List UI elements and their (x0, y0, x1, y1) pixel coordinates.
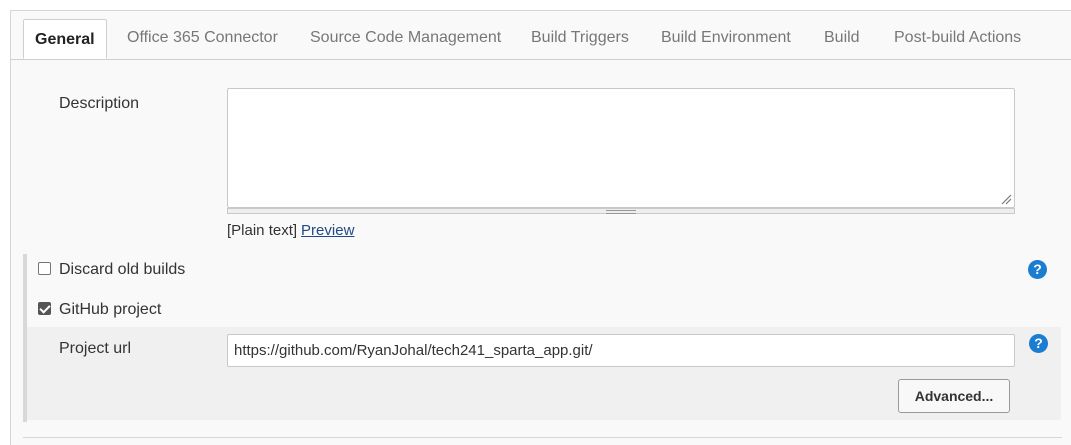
resize-handle-icon[interactable] (606, 210, 636, 214)
description-resize-bar[interactable] (227, 208, 1015, 214)
preview-link[interactable]: Preview (301, 222, 354, 239)
github-project-label[interactable]: GitHub project (59, 301, 161, 319)
discard-old-builds-label[interactable]: Discard old builds (59, 261, 185, 279)
tab-post-build-actions[interactable]: Post-build Actions (894, 29, 1021, 47)
description-label: Description (59, 95, 140, 112)
description-textarea[interactable] (227, 88, 1015, 208)
resize-grip-icon[interactable] (1000, 193, 1012, 205)
description-format: [Plain text] Preview (227, 222, 354, 239)
tab-office-365-connector[interactable]: Office 365 Connector (127, 29, 278, 47)
tab-build-environment[interactable]: Build Environment (661, 29, 791, 47)
help-icon[interactable]: ? (1029, 334, 1048, 353)
project-url-label: Project url (59, 340, 132, 357)
advanced-button[interactable]: Advanced... (898, 379, 1010, 413)
job-config-panel: General Office 365 Connector Source Code… (10, 10, 1071, 445)
tab-general[interactable]: General (23, 19, 107, 59)
tab-source-code-management[interactable]: Source Code Management (310, 29, 501, 47)
plain-text-label: [Plain text] (227, 222, 298, 239)
section-divider (23, 437, 1062, 438)
tab-build[interactable]: Build (824, 29, 860, 47)
project-url-input[interactable]: https://github.com/RyanJohal/tech241_spa… (227, 334, 1015, 367)
config-tab-bar: General Office 365 Connector Source Code… (11, 11, 1071, 60)
tab-build-triggers[interactable]: Build Triggers (531, 29, 629, 47)
github-project-checkbox[interactable] (38, 302, 51, 315)
discard-old-builds-checkbox[interactable] (38, 262, 51, 275)
help-icon[interactable]: ? (1028, 260, 1047, 279)
